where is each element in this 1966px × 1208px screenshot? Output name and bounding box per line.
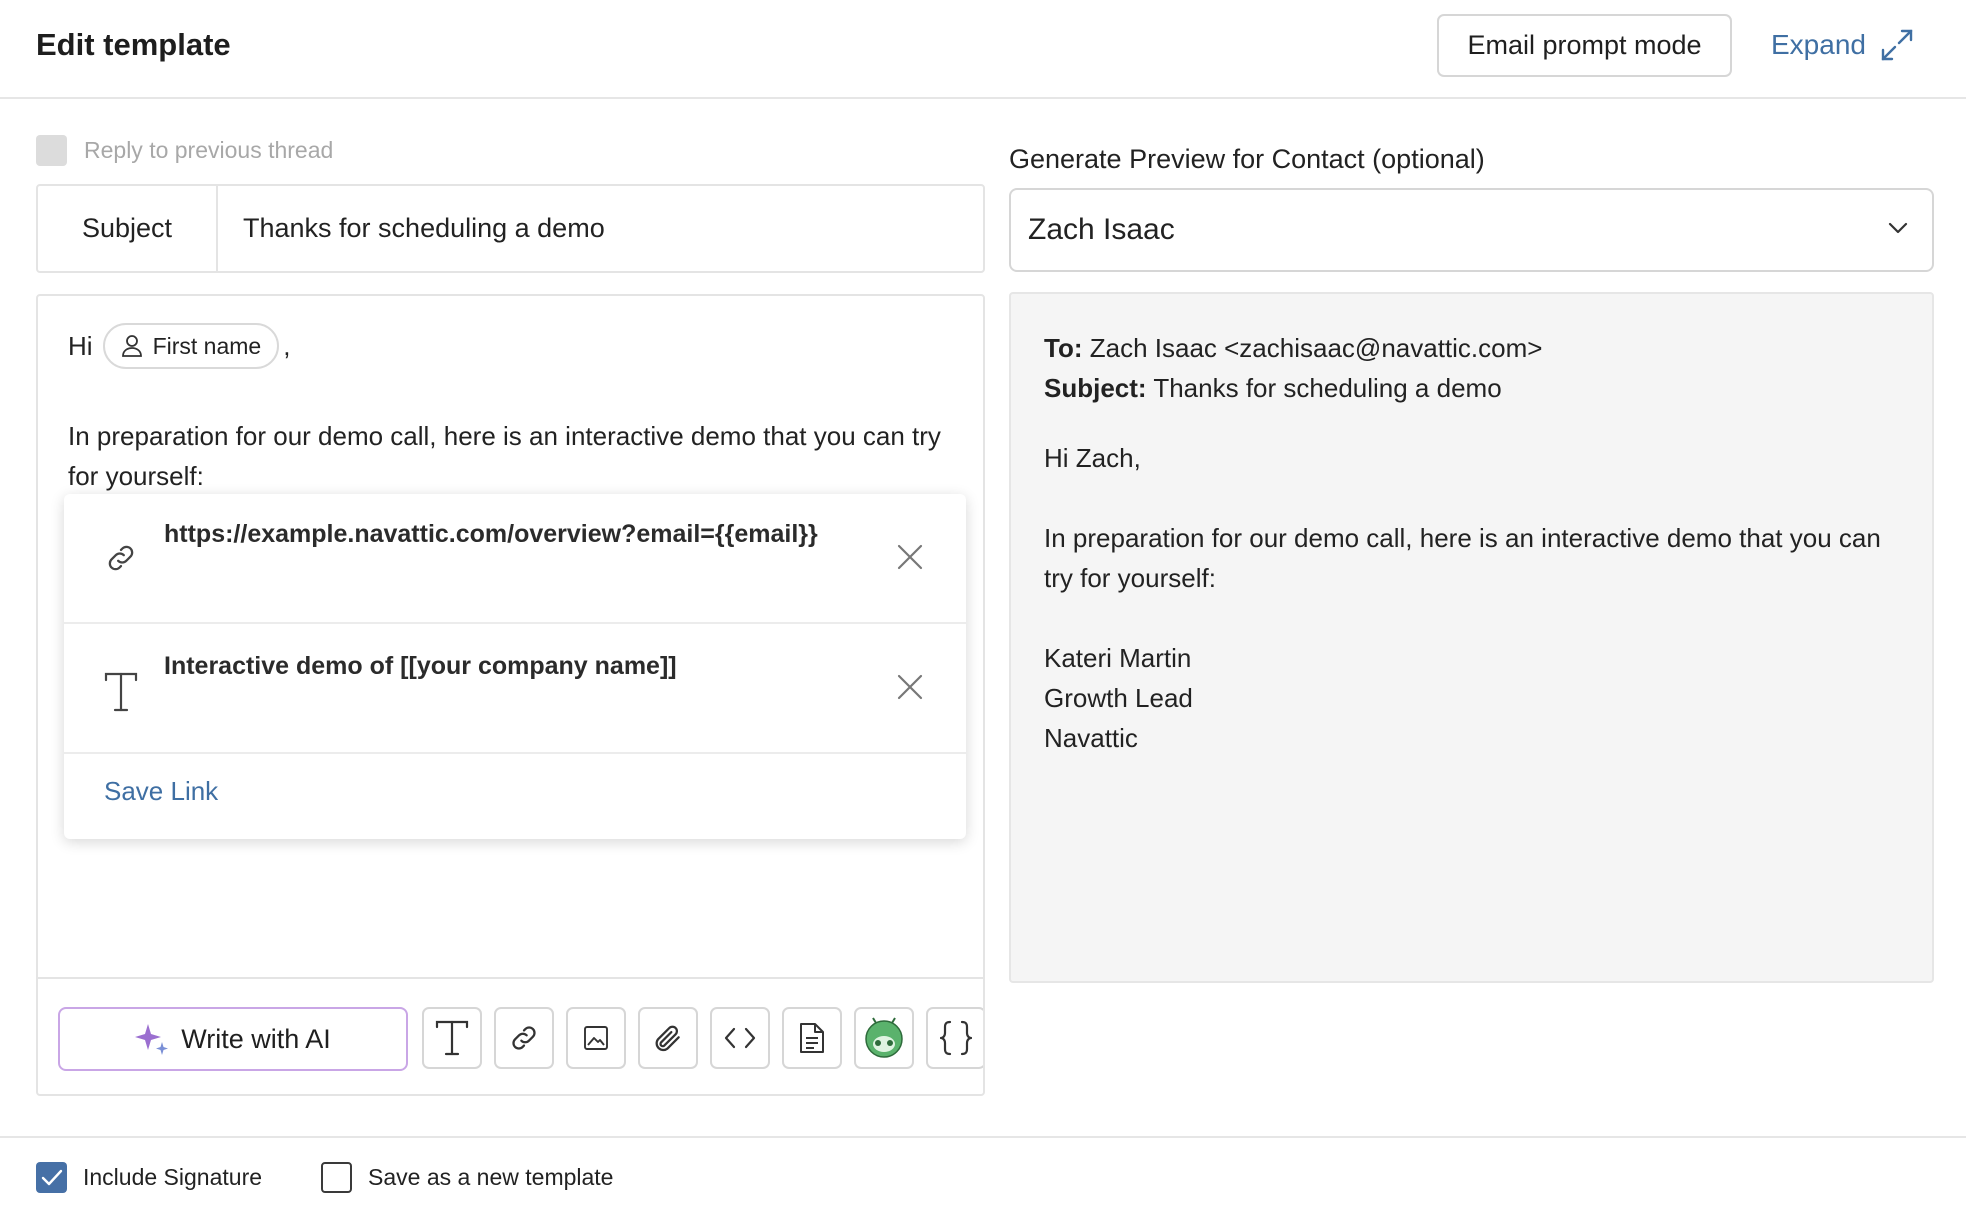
contact-select[interactable]: Zach Isaac [1009,188,1934,272]
greeting-suffix: , [283,330,291,361]
code-icon [724,1027,756,1049]
preview-to-value: Zach Isaac <zachisaac@navattic.com> [1089,333,1543,363]
close-icon[interactable] [896,543,924,571]
reply-to-thread-checkbox [36,135,67,166]
variable-chip-label: First name [152,332,262,359]
reply-to-thread-label: Reply to previous thread [84,137,334,163]
variables-icon [940,1020,972,1056]
insert-document-button[interactable] [782,1007,842,1069]
text-format-icon [435,1020,469,1056]
preview-paragraph: In preparation for our demo call, here i… [1044,523,1881,593]
email-preview-content: To: Zach Isaac <zachisaac@navattic.com> … [1044,328,1904,758]
first-name-variable-chip[interactable]: First name [102,323,280,369]
email-preview: To: Zach Isaac <zachisaac@navattic.com> … [1009,292,1934,983]
preview-greeting: Hi Zach, [1044,443,1141,473]
chevron-down-icon [1888,222,1908,234]
link-url-row: https://example.navattic.com/overview?em… [64,494,966,624]
subject-label: Subject [38,186,218,271]
contact-select-value: Zach Isaac [1028,213,1175,246]
link-edit-popover: https://example.navattic.com/overview?em… [64,494,966,839]
insert-link-button[interactable] [494,1007,554,1069]
checkmark-icon [41,1169,62,1185]
image-icon [584,1026,608,1050]
expand-button[interactable]: Expand [1771,26,1914,64]
header: Edit template Email prompt mode Expand [0,0,1966,99]
insert-image-button[interactable] [566,1007,626,1069]
page-title: Edit template [36,27,231,62]
signature-company: Navattic [1044,723,1138,753]
person-icon [121,335,142,357]
include-signature-label: Include Signature [83,1164,263,1190]
write-with-ai-label: Write with AI [181,1023,331,1054]
write-with-ai-button[interactable]: Write with AI [58,1007,408,1071]
greeting-line: Hi First name , [68,323,290,369]
close-icon[interactable] [896,673,924,701]
email-body-editor: Hi First name , In preparation for our d… [36,294,985,1096]
greeting-text: Hi [68,330,93,361]
preview-subject-line: Subject: Thanks for scheduling a demo [1044,368,1904,408]
save-as-new-template-checkbox[interactable] [321,1162,352,1193]
preview-to-line: To: Zach Isaac <zachisaac@navattic.com> [1044,328,1904,368]
save-as-new-template-option[interactable]: Save as a new template [321,1162,613,1193]
link-text-row: Interactive demo of [[your company name]… [64,624,966,754]
insert-code-button[interactable] [710,1007,770,1069]
document-icon [800,1023,824,1053]
preview-contact-label: Generate Preview for Contact (optional) [1009,144,1485,174]
sparkle-icon [135,1024,169,1055]
bot-button[interactable] [854,1007,914,1069]
preview-subject-value: Thanks for scheduling a demo [1153,373,1502,403]
link-icon [108,545,134,571]
include-signature-checkbox[interactable] [36,1162,67,1193]
expand-icon [1881,29,1913,61]
save-as-new-template-label: Save as a new template [368,1164,614,1190]
footer: Include Signature Save as a new template [0,1136,1966,1208]
preview-to-label: To: [1044,333,1083,363]
email-prompt-mode-button[interactable]: Email prompt mode [1437,14,1732,77]
text-format-button[interactable] [422,1007,482,1069]
attach-file-button[interactable] [638,1007,698,1069]
link-url-input[interactable]: https://example.navattic.com/overview?em… [164,520,818,549]
editor-content[interactable]: Hi First name , In preparation for our d… [38,296,983,977]
link-text-input[interactable]: Interactive demo of [[your company name]… [164,652,677,681]
attachment-icon [655,1025,680,1052]
reply-to-thread-row: Reply to previous thread [36,135,333,166]
text-icon [104,672,138,712]
preview-subject-label: Subject: [1044,373,1147,403]
subject-input[interactable]: Thanks for scheduling a demo [218,186,983,271]
bot-icon [865,1017,903,1058]
link-icon [512,1026,536,1050]
insert-variable-button[interactable] [926,1007,983,1069]
expand-label: Expand [1771,29,1866,60]
save-link-button[interactable]: Save Link [104,776,218,807]
signature-name: Kateri Martin [1044,643,1192,673]
signature-title: Growth Lead [1044,683,1193,713]
body-paragraph: In preparation for our demo call, here i… [68,421,941,491]
editor-toolbar: Write with AI [38,977,983,1096]
subject-field: Subject Thanks for scheduling a demo [36,184,985,273]
include-signature-option[interactable]: Include Signature [36,1162,262,1193]
